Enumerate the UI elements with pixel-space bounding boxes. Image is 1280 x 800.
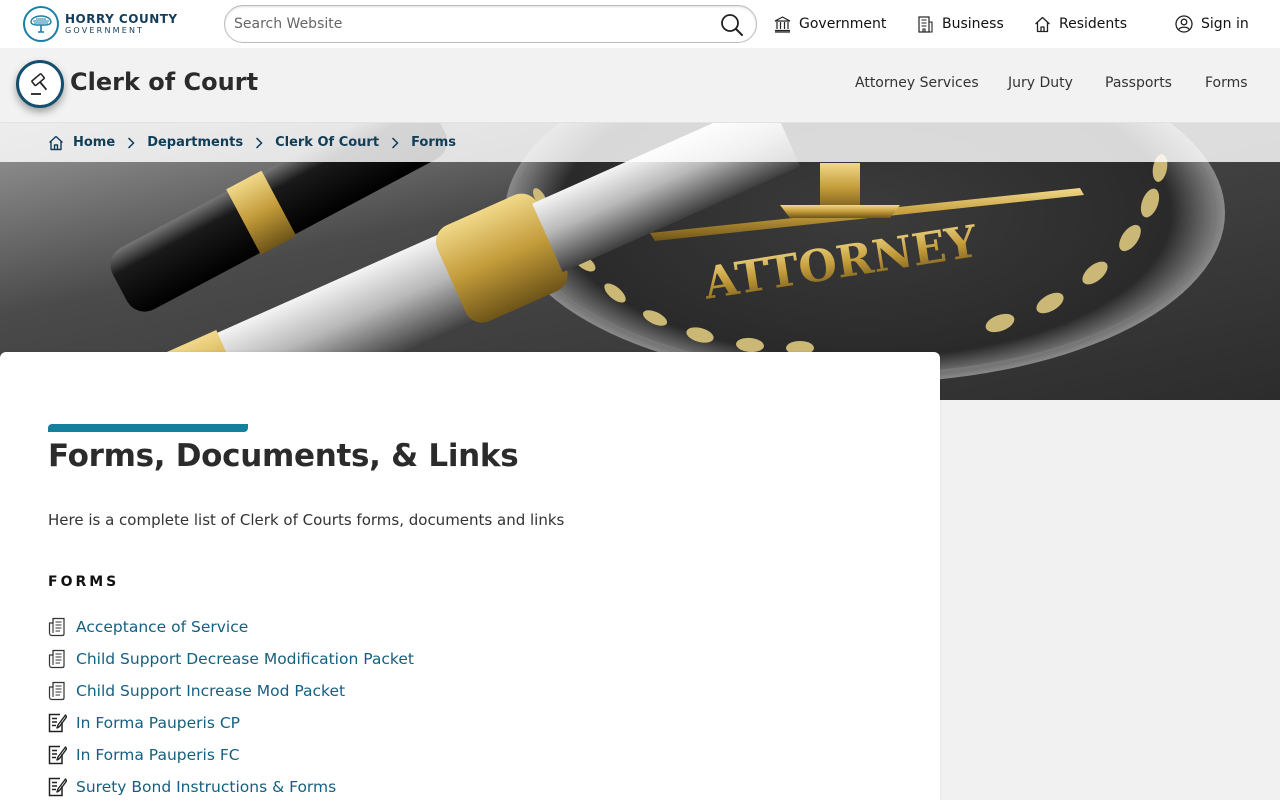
- breadcrumb: Home Departments Clerk Of Court Forms: [0, 123, 1280, 162]
- nav-government-label: Government: [799, 16, 887, 32]
- dept-nav-jury-duty[interactable]: Jury Duty: [1008, 75, 1073, 91]
- user-account-icon: [1175, 15, 1193, 33]
- form-link-surety-bond[interactable]: Surety Bond Instructions & Forms: [76, 778, 336, 796]
- form-link-acceptance-of-service[interactable]: Acceptance of Service: [76, 618, 248, 636]
- list-item: Child Support Decrease Modification Pack…: [48, 643, 414, 675]
- intro-text: Here is a complete list of Clerk of Cour…: [48, 511, 565, 529]
- document-icon: [48, 617, 65, 637]
- content-card: Forms, Documents, & Links Here is a comp…: [0, 352, 940, 800]
- search-input[interactable]: [234, 16, 704, 32]
- title-accent-bar: [48, 424, 248, 432]
- chevron-right-icon: [255, 136, 263, 149]
- fillable-form-icon: [48, 713, 67, 733]
- top-bar: HORRY COUNTY GOVERNMENT Government Busin…: [0, 0, 1280, 48]
- logo-subtitle: GOVERNMENT: [65, 26, 145, 35]
- nav-business[interactable]: Business: [917, 0, 1004, 48]
- breadcrumb-departments[interactable]: Departments: [147, 135, 243, 150]
- breadcrumb-home[interactable]: Home: [73, 135, 115, 150]
- forms-list: Acceptance of Service Child Support Decr…: [48, 611, 414, 800]
- nav-residents[interactable]: Residents: [1034, 0, 1127, 48]
- search-icon[interactable]: [720, 13, 744, 37]
- breadcrumb-clerk-of-court[interactable]: Clerk Of Court: [275, 135, 379, 150]
- section-heading: FORMS: [48, 574, 120, 590]
- list-item: Acceptance of Service: [48, 611, 414, 643]
- nav-government[interactable]: Government: [774, 0, 886, 48]
- nav-residents-label: Residents: [1059, 16, 1128, 32]
- search-box: [224, 5, 757, 43]
- logo-title: HORRY COUNTY: [65, 12, 178, 26]
- dept-nav-passports[interactable]: Passports: [1105, 75, 1172, 91]
- form-link-child-support-increase[interactable]: Child Support Increase Mod Packet: [76, 682, 345, 700]
- tree-logo-icon: [23, 6, 59, 42]
- list-item: In Forma Pauperis CP: [48, 707, 414, 739]
- dept-nav-forms[interactable]: Forms: [1205, 75, 1248, 91]
- document-icon: [48, 681, 65, 701]
- form-link-child-support-decrease[interactable]: Child Support Decrease Modification Pack…: [76, 650, 414, 668]
- nav-business-label: Business: [942, 16, 1004, 32]
- government-building-icon: [774, 15, 791, 33]
- chevron-right-icon: [127, 136, 135, 149]
- sign-in-label: Sign in: [1201, 16, 1249, 32]
- fillable-form-icon: [48, 745, 67, 765]
- breadcrumb-current: Forms: [411, 135, 457, 150]
- sign-in-link[interactable]: Sign in: [1175, 0, 1249, 48]
- dept-nav-attorney-services[interactable]: Attorney Services: [855, 75, 979, 91]
- document-icon: [48, 649, 65, 669]
- page-title: Forms, Documents, & Links: [48, 438, 519, 474]
- form-link-in-forma-pauperis-cp[interactable]: In Forma Pauperis CP: [76, 714, 240, 732]
- office-building-icon: [917, 15, 934, 33]
- list-item: Child Support Increase Mod Packet: [48, 675, 414, 707]
- county-logo[interactable]: HORRY COUNTY GOVERNMENT: [23, 6, 178, 42]
- home-icon[interactable]: [48, 135, 64, 151]
- list-item: In Forma Pauperis FC: [48, 739, 414, 771]
- chevron-right-icon: [391, 136, 399, 149]
- form-link-in-forma-pauperis-fc[interactable]: In Forma Pauperis FC: [76, 746, 240, 764]
- fillable-form-icon: [48, 777, 67, 797]
- department-title: Clerk of Court: [70, 68, 259, 96]
- house-icon: [1034, 16, 1051, 33]
- gavel-icon: [16, 60, 64, 108]
- department-header: Clerk of Court Attorney Services Jury Du…: [0, 48, 1280, 123]
- list-item: Surety Bond Instructions & Forms: [48, 771, 414, 800]
